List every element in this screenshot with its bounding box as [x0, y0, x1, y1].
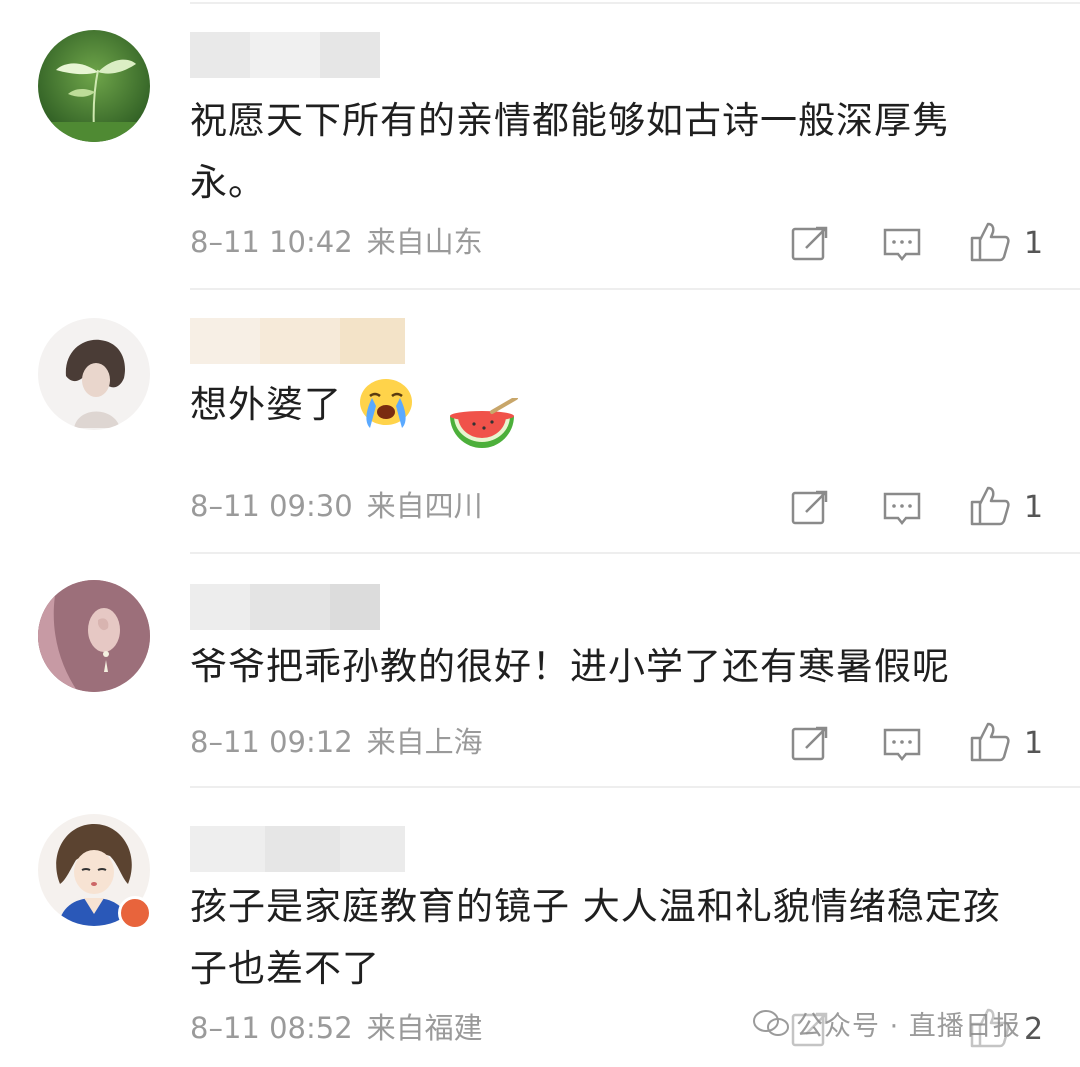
comment-text: 爷爷把乖孙教的很好！进小学了还有寒暑假呢 [190, 645, 950, 688]
share-icon[interactable] [788, 222, 832, 266]
wechat-logo-icon [752, 1009, 790, 1046]
share-icon[interactable] [788, 722, 832, 766]
pink-hair-avatar-icon [38, 580, 150, 692]
like-icon[interactable] [968, 720, 1012, 764]
avatar[interactable] [38, 318, 150, 430]
like-count: 1 [1024, 490, 1044, 525]
watermark-text: 公众号 · 直播日报 [796, 1011, 1021, 1042]
username-blurred[interactable] [190, 826, 405, 872]
comment-meta: 8–11 09:12 来自上海 [190, 722, 483, 762]
like-count: 2 [1024, 1012, 1044, 1047]
comment-icon[interactable] [880, 722, 924, 766]
comment-meta: 8–11 10:42 来自山东 [190, 222, 483, 262]
comment-time: 8–11 08:52 [190, 1011, 353, 1045]
girl-photo-avatar-icon [38, 318, 150, 430]
comment-time: 8–11 09:30 [190, 489, 353, 523]
comment-time: 8–11 09:12 [190, 725, 353, 759]
username-blurred[interactable] [190, 318, 405, 364]
vip-badge-icon [118, 896, 213, 987]
divider [190, 288, 1080, 290]
comment-location: 来自山东 [366, 225, 483, 259]
avatar[interactable] [38, 814, 213, 987]
comment-text: 想外婆了 [190, 374, 1020, 436]
like-icon[interactable] [968, 484, 1012, 528]
comment-text: 孩子是家庭教育的镜子 大人温和礼貌情绪稳定孩子也差不了 [190, 885, 1001, 990]
username-blurred[interactable] [190, 584, 380, 630]
comment-time: 8–11 10:42 [190, 225, 353, 259]
comment-location: 来自福建 [366, 1011, 483, 1045]
comment-meta: 8–11 08:52 来自福建 [190, 1008, 483, 1048]
divider [190, 552, 1080, 554]
comment-location: 来自四川 [366, 489, 483, 523]
comment-list: 祝愿天下所有的亲情都能够如古诗一般深厚隽永。 8–11 10:42 来自山东 1 … [0, 0, 1080, 1067]
share-icon[interactable] [788, 486, 832, 530]
divider [190, 2, 1080, 4]
avatar[interactable] [38, 580, 150, 692]
comment-text: 祝愿天下所有的亲情都能够如古诗一般深厚隽永。 [190, 99, 950, 204]
divider [190, 786, 1080, 788]
like-count: 1 [1024, 226, 1044, 261]
username-blurred[interactable] [190, 32, 380, 78]
comment-icon[interactable] [880, 222, 924, 266]
watermark: 公众号 · 直播日报 [752, 1004, 1021, 1046]
avatar[interactable] [38, 30, 150, 142]
like-count: 1 [1024, 726, 1044, 761]
leaf-plant-avatar-icon [38, 30, 150, 142]
like-icon[interactable] [968, 220, 1012, 264]
crying-face-emoji-icon [356, 376, 416, 434]
comment-text-body: 想外婆了 [190, 383, 342, 426]
watermelon-emoji-icon [444, 396, 524, 462]
comment-icon[interactable] [880, 486, 924, 530]
comment-meta: 8–11 09:30 来自四川 [190, 486, 483, 526]
comment-location: 来自上海 [366, 725, 483, 759]
